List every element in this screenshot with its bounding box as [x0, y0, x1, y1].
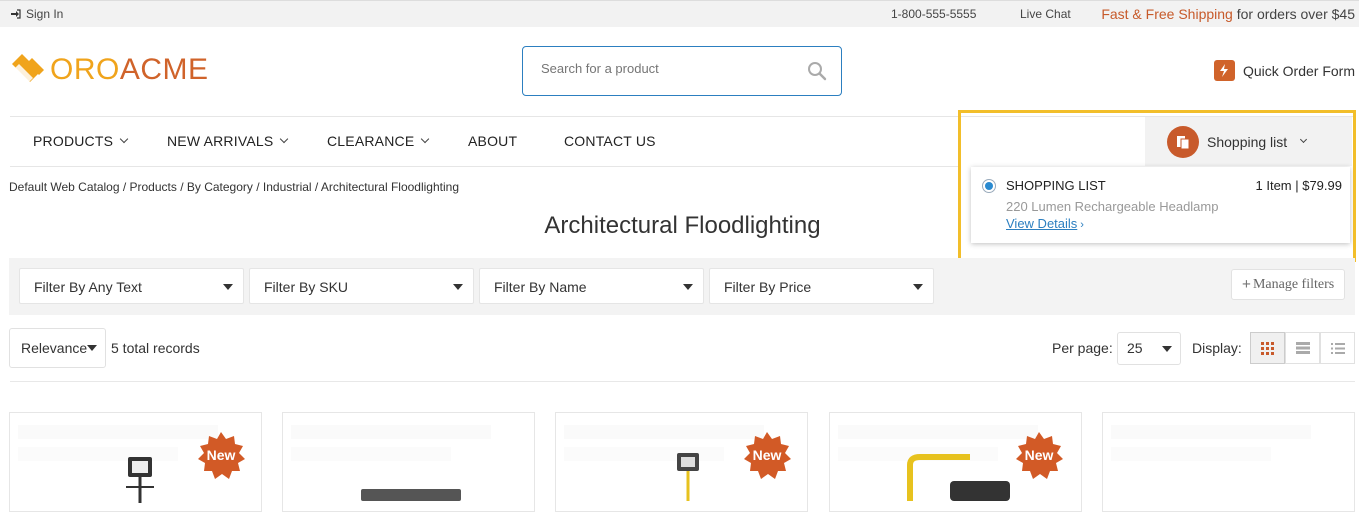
nav-about[interactable]: ABOUT [468, 133, 517, 149]
sort-value: Relevance [21, 340, 88, 356]
plus-icon: + [1241, 275, 1251, 293]
page-title: Architectural Floodlighting [544, 212, 821, 239]
product-card[interactable]: New [9, 412, 262, 512]
caret-down-icon [223, 284, 233, 290]
nav-divider-bottom [10, 166, 960, 167]
card-title-placeholder [1111, 425, 1311, 439]
toolbar-divider [10, 381, 1355, 382]
card-title-placeholder [838, 425, 1038, 439]
filter-label: Filter By Any Text [34, 279, 142, 295]
card-title-placeholder [291, 425, 491, 439]
chevron-down-icon [421, 134, 430, 144]
floodlight-image [361, 489, 461, 501]
nav-clearance[interactable]: CLEARANCE [327, 133, 430, 149]
caret-down-icon [913, 284, 923, 290]
lightning-icon [1213, 60, 1235, 81]
nav-label: ABOUT [468, 133, 518, 149]
filter-label: Filter By Name [494, 279, 587, 295]
sign-in-icon [11, 9, 21, 19]
manage-filters-button[interactable]: + Manage filters [1231, 269, 1345, 300]
nav-label: PRODUCTS [33, 133, 114, 149]
manage-filters-label: Manage filters [1252, 276, 1335, 292]
filter-name[interactable]: Filter By Name [479, 268, 704, 304]
filter-sku[interactable]: Filter By SKU [249, 268, 474, 304]
search-icon[interactable] [807, 61, 827, 81]
card-subtitle-placeholder [1111, 447, 1271, 461]
product-card[interactable] [282, 412, 535, 512]
quick-order-form-link[interactable]: Quick Order Form [1213, 60, 1355, 81]
nav-new-arrivals[interactable]: NEW ARRIVALS [167, 133, 289, 149]
total-records: 5 total records [111, 340, 200, 356]
nav-products[interactable]: PRODUCTS [33, 133, 129, 149]
logo-text-acme: ACME [119, 53, 209, 86]
site-logo[interactable]: OROACME [8, 52, 209, 88]
display-compact-button[interactable] [1320, 332, 1355, 364]
badge-label: New [206, 447, 236, 463]
product-card[interactable]: New [829, 412, 1082, 512]
filter-price[interactable]: Filter By Price [709, 268, 934, 304]
nav-label: CLEARANCE [327, 133, 415, 149]
chevron-down-icon [119, 134, 129, 144]
sort-select[interactable]: Relevance [9, 328, 106, 368]
compact-list-icon [1330, 342, 1345, 354]
caret-down-icon [453, 284, 463, 290]
filter-label: Filter By SKU [264, 279, 349, 295]
new-badge: New [742, 431, 792, 481]
product-card[interactable] [1102, 412, 1355, 512]
floodlight-image [907, 454, 1010, 501]
caret-down-icon [683, 284, 693, 290]
logo-text-oro: ORO [50, 53, 120, 86]
shipping-highlight: Fast & Free Shipping [1101, 6, 1233, 22]
sign-in-label: Sign In [26, 7, 64, 21]
new-badge: New [196, 431, 246, 481]
grid-icon [1261, 341, 1274, 355]
filter-any-text[interactable]: Filter By Any Text [19, 268, 244, 304]
badge-label: New [1024, 447, 1054, 463]
search-box[interactable] [522, 46, 842, 96]
card-title-placeholder [564, 425, 764, 439]
card-subtitle-placeholder [291, 447, 451, 461]
live-chat-link[interactable]: Live Chat [1020, 7, 1071, 21]
floodlight-image [677, 453, 699, 501]
shipping-rest: for orders over $45 [1232, 6, 1355, 22]
top-utility-bar: Sign In 1-800-555-5555 Live Chat Fast & … [0, 0, 1359, 27]
quick-order-label: Quick Order Form [1242, 62, 1355, 79]
logo-icon [12, 54, 44, 83]
caret-down-icon [1162, 346, 1172, 352]
list-icon [1295, 342, 1310, 354]
nav-contact-us[interactable]: CONTACT US [564, 133, 656, 149]
card-title-placeholder [18, 425, 218, 439]
per-page-select[interactable]: 25 [1117, 332, 1181, 365]
shipping-promo: Fast & Free Shipping for orders over $45 [1101, 6, 1355, 22]
display-label: Display: [1192, 340, 1242, 356]
breadcrumb[interactable]: Default Web Catalog / Products / By Cate… [9, 180, 459, 194]
display-grid-button[interactable] [1250, 332, 1285, 364]
display-list-button[interactable] [1285, 332, 1320, 364]
new-badge: New [1014, 431, 1064, 481]
nav-label: NEW ARRIVALS [167, 133, 274, 149]
filter-label: Filter By Price [724, 279, 812, 295]
sign-in-link[interactable]: Sign In [10, 7, 63, 21]
phone-number[interactable]: 1-800-555-5555 [891, 7, 976, 21]
caret-down-icon [87, 345, 97, 351]
nav-label: CONTACT US [564, 133, 656, 149]
per-page-value: 25 [1127, 340, 1143, 356]
chevron-down-icon [280, 134, 289, 144]
product-card[interactable]: New [555, 412, 808, 512]
badge-label: New [752, 447, 782, 463]
search-input[interactable] [541, 61, 791, 76]
floodlight-image [126, 457, 154, 503]
per-page-label: Per page: [1052, 340, 1113, 356]
